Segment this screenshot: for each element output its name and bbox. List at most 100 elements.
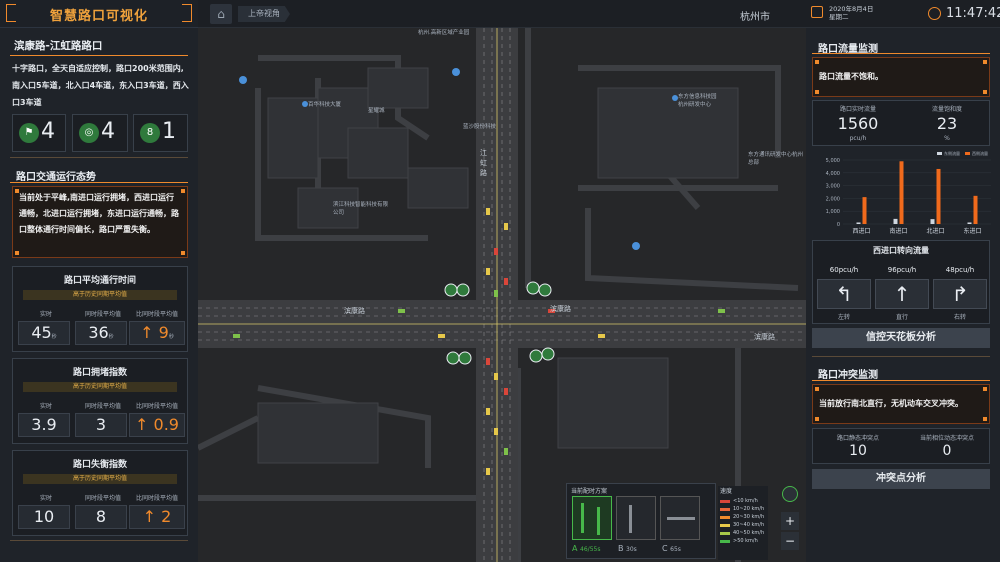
badge-flag[interactable]: ⚑ 4 (12, 114, 66, 152)
road-label-binkang-east: 滨康路 (550, 305, 571, 313)
metric-value: 3.9 (18, 413, 70, 437)
metric-title: 路口失衡指数 (72, 460, 127, 470)
map-label: 百华科技大厦 (308, 102, 342, 108)
legend-swatch (965, 152, 970, 155)
app-title-bar: 智慧路口可视化 (0, 0, 198, 28)
x-tick-label: 西进口 (852, 227, 870, 235)
turn-left-icon[interactable]: ↰ (817, 279, 871, 309)
metric-value: ↑ 9秒 (129, 321, 185, 345)
y-tick-label: 5,000 (826, 158, 840, 164)
x-tick-label: 北进口 (926, 227, 944, 235)
legend-label: 东侧流量 (944, 150, 960, 156)
saturation-value: 23 (936, 114, 958, 133)
metric-label: 比同时段平均值 (135, 495, 178, 502)
intersection-title: 滨康路-江虹路路口 (14, 40, 103, 52)
metric-value: 3 (75, 413, 127, 437)
straight-icon[interactable]: ↑ (875, 279, 929, 309)
x-tick-label: 东进口 (963, 227, 981, 235)
phase-a-label: A 46/55s (572, 544, 601, 553)
divider (812, 380, 990, 381)
divider (10, 55, 188, 56)
static-conflict-value: 10 (849, 443, 867, 459)
turn-right-icon[interactable]: ↱ (933, 279, 987, 309)
ceiling-analysis-button[interactable]: 信控天花板分析 (812, 328, 990, 348)
turn-flow-value: 96pcu/h (887, 266, 917, 274)
zoom-out-button[interactable]: − (781, 532, 799, 550)
date-display: 2020年8月4日 星期二 (829, 5, 874, 21)
badge-target-value: 4 (101, 119, 115, 144)
map-canvas[interactable] (198, 28, 806, 562)
bar (967, 222, 972, 224)
static-conflict-label: 路口静态冲突点 (836, 435, 879, 442)
zoom-in-button[interactable]: + (781, 512, 799, 530)
divider (10, 157, 188, 158)
y-tick-label: 3,000 (826, 184, 840, 190)
map-view[interactable]: 杭州.高新区域产业园 星耀城 百华科技大厦 蓝沙股份科技 东方信息科技园 杭州研… (198, 28, 806, 562)
metric-tag: 高于历史同期平均值 (23, 290, 177, 300)
speed-legend-item: 30~40 km/h (720, 522, 768, 528)
arrow-up-icon: ↑ (140, 323, 159, 342)
metric-value: ↑ 2 (129, 505, 185, 529)
bar (856, 222, 861, 224)
metric-label: 实时 (39, 403, 52, 410)
status-text: 当前处于平峰,南进口运行拥堵，西进口运行通畅，北进口运行拥堵，东进口运行通畅，路… (19, 193, 179, 234)
metric-label: 同时段平均值 (84, 403, 121, 410)
conflict-alert-text: 当前放行南北直行，无机动车交叉冲突。 (819, 399, 963, 408)
intersection-description: 十字路口，全天自适应控制，路口200米范围内,南入口5车道，北入口4车道，东入口… (12, 64, 189, 107)
clock-icon (928, 7, 941, 20)
home-icon[interactable]: ⌂ (210, 4, 232, 24)
phase-a-tile[interactable] (572, 496, 612, 540)
conflict-alert: 当前放行南北直行，无机动车交叉冲突。 (812, 384, 990, 424)
y-tick-label: 1,000 (826, 209, 840, 215)
map-label: 杭州.高新区域产业园 (418, 30, 470, 36)
badge-signal-value: 1 (162, 119, 176, 144)
turn-flow-value: 48pcu/h (945, 266, 975, 274)
metric-value: ↑ 0.9 (129, 413, 185, 437)
road-label-binkang-west: 滨康路 (344, 307, 365, 315)
turn-flow-label: 直行 (895, 314, 908, 321)
phase-b-tile[interactable] (616, 496, 656, 540)
bar (893, 218, 898, 224)
app-title: 智慧路口可视化 (49, 9, 148, 24)
saturation-unit: % (944, 135, 950, 142)
metric-box: 路口失衡指数 高于历史同期平均值 实时 10 同时段平均值 8 比同时段平均值 ↑ 2 (12, 450, 188, 536)
status-alert: 当前处于平峰,南进口运行拥堵，西进口运行通畅，北进口运行拥堵，东进口运行通畅，路… (12, 186, 188, 258)
calendar-icon (811, 6, 823, 18)
bar (930, 219, 935, 224)
speed-legend-item: 10~20 km/h (720, 506, 768, 512)
map-label: 滨江科技智能科技有限公司 (333, 202, 389, 216)
map-label: 东方通讯研发中心杭州总部 (748, 152, 804, 166)
phase-c-label: C 65s (662, 544, 681, 553)
arrow-up-icon: ↑ (142, 507, 162, 526)
metric-title: 路口拥堵指数 (72, 368, 127, 378)
metric-label: 实时 (39, 311, 52, 318)
arrow-down-icon (581, 503, 584, 533)
city-label[interactable]: 杭州市 (740, 8, 770, 23)
breadcrumb[interactable]: 上帝视角 (238, 6, 290, 22)
status-title: 路口交通运行态势 (16, 172, 96, 183)
metric-label: 比同时段平均值 (135, 311, 178, 318)
badge-target[interactable]: ◎ 4 (72, 114, 128, 152)
target-icon: ◎ (79, 123, 99, 143)
metric-box: 路口平均通行时间 高于历史同期平均值 实时 45秒 同时段平均值 36秒 比同时段平均值 ↑… (12, 266, 188, 352)
divider (812, 53, 990, 54)
signal-icon: 8 (140, 123, 160, 143)
badge-signal[interactable]: 81 (133, 114, 188, 152)
conflict-analysis-button[interactable]: 冲突点分析 (812, 469, 990, 489)
metric-label: 同时段平均值 (84, 495, 121, 502)
realtime-flow-label: 路口实时流量 (839, 106, 876, 113)
phase-c-tile[interactable] (660, 496, 700, 540)
metric-box: 路口拥堵指数 高于历史同期平均值 实时 3.9 同时段平均值 3 比同时段平均值 ↑ 0.9 (12, 358, 188, 444)
flow-stats: 路口实时流量 1560 pcu/h 流量饱和度 23 % (812, 100, 990, 146)
map-label: 杭州研发中心 (678, 102, 712, 108)
metric-title: 路口平均通行时间 (63, 276, 136, 286)
title-corner-right (182, 4, 192, 22)
bar (973, 195, 978, 224)
turn-icon (629, 505, 632, 533)
timing-plan-title: 当前配时方案 (571, 488, 608, 495)
compass-icon[interactable] (782, 486, 798, 502)
flow-alert: 路口流量不饱和。 (812, 57, 990, 97)
speed-legend-item: 40~50 km/h (720, 530, 768, 536)
divider (812, 356, 990, 357)
flag-icon: ⚑ (19, 123, 39, 143)
